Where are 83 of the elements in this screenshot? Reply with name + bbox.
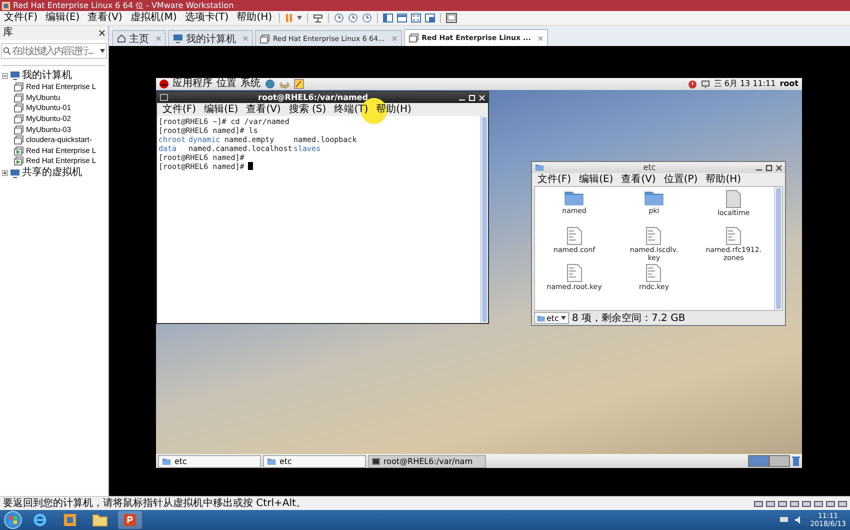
text-file-icon <box>726 227 742 245</box>
menu-item[interactable]: 应用程序 <box>172 78 212 90</box>
expand-icon[interactable] <box>2 170 8 176</box>
window-title: Red Hat Enterprise Linux 6 64 位 - VMware Workstation <box>13 0 234 11</box>
maximize-icon[interactable] <box>766 164 772 170</box>
menu-item[interactable]: 位置(P) <box>660 173 702 186</box>
menu-item[interactable]: 帮助(H) <box>232 11 276 25</box>
menu-item[interactable]: 帮助(H) <box>702 173 746 186</box>
menu-item[interactable]: 系统 <box>240 78 260 90</box>
folder-icon <box>162 458 170 464</box>
vm-icon <box>260 34 270 44</box>
menu-item[interactable]: 查看(V) <box>242 103 285 116</box>
home-icon <box>117 34 126 43</box>
folder-icon <box>564 190 584 206</box>
tree-item[interactable]: 我的计算机 <box>22 70 72 80</box>
console-view-icon[interactable] <box>446 13 458 23</box>
view-layout-icon[interactable] <box>411 13 422 23</box>
window-title: etc <box>642 163 657 172</box>
menu-item[interactable]: 文件(F) <box>158 103 200 116</box>
tab[interactable]: 主页 <box>112 30 166 46</box>
computer-icon <box>10 71 20 80</box>
text-file-icon <box>646 227 662 245</box>
notepad-icon[interactable] <box>294 79 304 89</box>
status-message: 要返回到您的计算机，请将鼠标指针从虚拟机中移出或按 Ctrl+Alt。 <box>3 497 307 510</box>
folder-icon <box>536 314 544 322</box>
folder-icon <box>644 190 664 206</box>
file-icon <box>726 190 742 208</box>
taskbar-button[interactable]: etc <box>158 454 260 468</box>
text-file-icon <box>566 227 582 245</box>
taskbar-button[interactable]: root@RHEL6:/var/nam <box>368 454 486 468</box>
tab[interactable]: 我的计算机 <box>168 30 253 46</box>
menu-item[interactable]: 位置 <box>216 78 236 90</box>
power-icon[interactable] <box>688 80 697 88</box>
taskbar-button[interactable]: etc <box>262 454 366 468</box>
menu-item[interactable]: 编辑(E) <box>42 11 84 25</box>
presentation-app-icon[interactable] <box>123 513 137 528</box>
workspace-switcher[interactable] <box>748 455 790 467</box>
vm-icon <box>408 33 419 43</box>
clock[interactable]: 三 6月 13 11:11 <box>714 78 776 90</box>
menu-item[interactable]: 选项卡(T) <box>180 11 233 25</box>
location-dropdown[interactable]: etc <box>534 312 569 324</box>
caret-icon[interactable] <box>100 49 105 53</box>
clock-icon[interactable] <box>362 13 372 23</box>
start-button[interactable] <box>4 511 22 530</box>
menu-item[interactable]: 文件(F) <box>0 11 42 25</box>
menu-item[interactable]: 虚拟机(M) <box>126 11 181 25</box>
caret-icon[interactable] <box>297 16 302 20</box>
menu-item[interactable]: 查看(V) <box>617 173 660 186</box>
caret-icon <box>560 316 566 320</box>
vmware-app-icon[interactable] <box>63 513 77 528</box>
menu-item[interactable]: 文件(F) <box>534 173 576 186</box>
menu-item[interactable]: 编辑(E) <box>575 173 618 186</box>
trash-icon[interactable] <box>792 456 800 466</box>
clock-icon[interactable] <box>334 13 344 23</box>
window-title: root@RHEL6:/var/named <box>257 93 369 102</box>
text-file-icon <box>646 264 662 282</box>
view-layout-icon[interactable] <box>425 13 436 23</box>
view-layout-icon[interactable] <box>383 13 394 23</box>
redhat-logo-icon[interactable] <box>158 79 168 89</box>
close-icon[interactable] <box>776 164 782 170</box>
user-name[interactable]: root <box>780 78 798 90</box>
computer-icon <box>173 34 183 43</box>
globe-icon[interactable] <box>264 79 274 89</box>
text-file-icon <box>566 264 582 282</box>
menu-item[interactable]: 编辑(E) <box>200 103 242 116</box>
status-text: 8 项，剩余空间：7.2 GB <box>572 312 686 325</box>
search-icon <box>3 47 11 55</box>
text-cursor <box>248 162 254 170</box>
tree-item[interactable]: 共享的虚拟机 <box>22 168 82 178</box>
terminal-icon <box>372 458 380 464</box>
menu-item[interactable]: 查看(V) <box>84 11 126 25</box>
folder-icon <box>266 458 276 464</box>
view-layout-icon[interactable] <box>397 13 408 23</box>
folder-icon[interactable] <box>92 514 108 527</box>
menu-item[interactable]: 搜索 (S) <box>284 103 330 116</box>
computer-icon <box>10 168 20 178</box>
terminal-icon <box>160 94 168 101</box>
collapse-icon[interactable] <box>2 72 8 78</box>
clock-icon[interactable] <box>348 13 358 23</box>
close-icon[interactable] <box>99 30 105 36</box>
panel-title: 库 <box>3 27 13 39</box>
browser-icon[interactable] <box>33 513 47 528</box>
folder-icon <box>534 164 544 171</box>
